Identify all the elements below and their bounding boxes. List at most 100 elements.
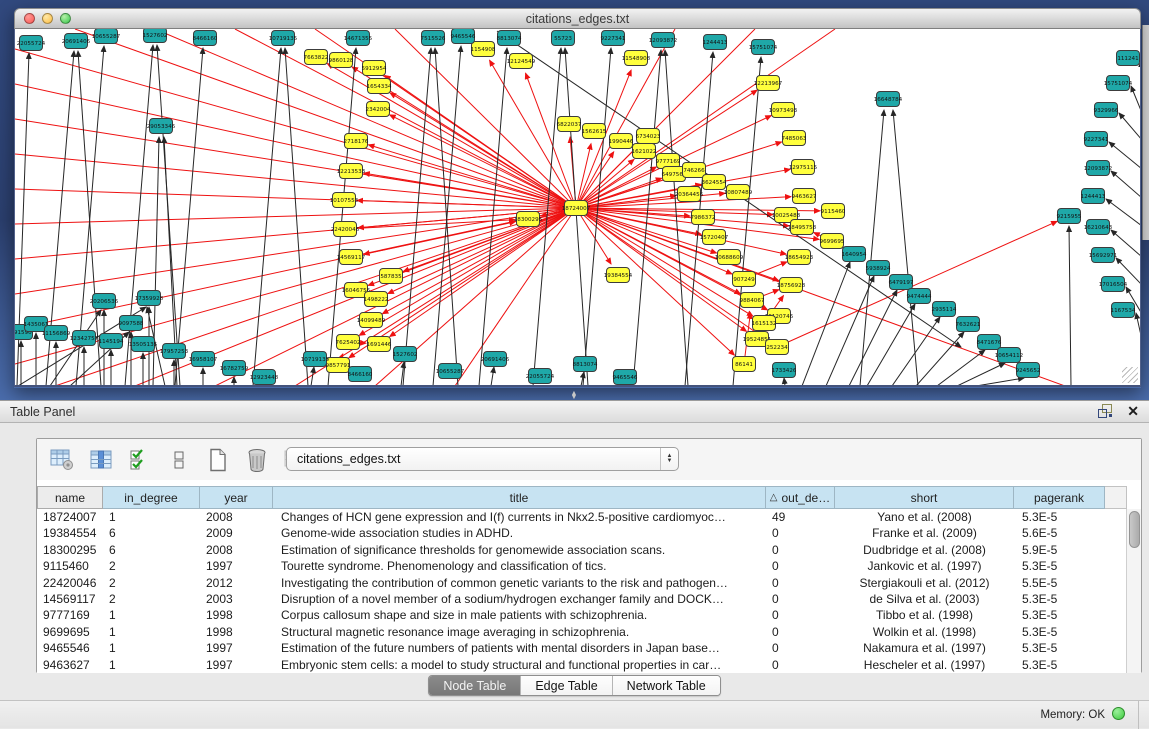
graph-node[interactable]: 6479197: [889, 275, 914, 290]
graph-node[interactable]: 1615132: [752, 316, 777, 331]
graph-node[interactable]: 16782759: [220, 361, 249, 376]
column-header-title[interactable]: title: [273, 486, 766, 509]
graph-node[interactable]: 9474444: [907, 289, 932, 304]
graph-node[interactable]: 907249: [733, 272, 756, 287]
column-header-name[interactable]: name: [37, 486, 103, 509]
table-source-dropdown[interactable]: citations_edges.txt ▲▼: [286, 447, 679, 471]
graph-node[interactable]: 1640954: [842, 247, 867, 262]
graph-node[interactable]: 7986372: [691, 210, 716, 225]
column-header-year[interactable]: year: [200, 486, 273, 509]
graph-node[interactable]: 1244413: [1081, 189, 1106, 204]
close-panel-icon[interactable]: ✕: [1127, 404, 1139, 418]
scrollbar-thumb[interactable]: [1129, 511, 1140, 548]
table-row[interactable]: 946554611997Estimation of the future num…: [37, 640, 1127, 656]
graph-node[interactable]: 1990446: [609, 134, 634, 149]
graph-node[interactable]: 29053346: [147, 119, 176, 134]
tab-node-table[interactable]: Node Table: [429, 676, 520, 695]
graph-node[interactable]: 12124549: [507, 54, 536, 69]
tab-edge-table[interactable]: Edge Table: [520, 676, 611, 695]
graph-node[interactable]: 10719135: [301, 352, 330, 367]
graph-node[interactable]: 252234: [766, 340, 789, 355]
graph-node[interactable]: 19384554: [604, 268, 633, 283]
graph-node[interactable]: 1621022: [632, 144, 657, 159]
graph-node[interactable]: 8466160: [193, 31, 218, 46]
graph-node[interactable]: 22055724: [526, 369, 555, 384]
graph-node[interactable]: 14671355: [344, 31, 373, 46]
graph-node[interactable]: 16958107: [189, 352, 218, 367]
graph-node[interactable]: 5938924: [866, 261, 891, 276]
graph-node[interactable]: 9115460: [821, 204, 846, 219]
graph-node[interactable]: 13505135: [129, 337, 158, 352]
graph-node[interactable]: 16648784: [874, 92, 903, 107]
table-row[interactable]: 969969511998Structural magnetic resonanc…: [37, 624, 1127, 640]
table-row[interactable]: 1872400712008Changes of HCN gene express…: [37, 509, 1127, 525]
graph-node[interactable]: 10973493: [769, 103, 798, 118]
graph-node[interactable]: 6734023: [636, 129, 661, 144]
graph-node[interactable]: 15751074: [1104, 76, 1133, 91]
graph-node[interactable]: 10107553: [330, 193, 359, 208]
graph-node[interactable]: 10655287: [92, 29, 121, 44]
graph-node[interactable]: 17016504: [1099, 277, 1128, 292]
graph-node[interactable]: 9097588: [119, 316, 144, 331]
table-row[interactable]: 977716911998Corpus callosum shape and si…: [37, 607, 1127, 623]
graph-node[interactable]: 15751074: [749, 40, 778, 55]
graph-node[interactable]: 15720407: [700, 230, 729, 245]
graph-node[interactable]: 22420046: [331, 222, 360, 237]
table-vertical-scrollbar[interactable]: [1126, 509, 1141, 673]
graph-node[interactable]: 16210643: [1084, 220, 1113, 235]
graph-node[interactable]: 20364456: [675, 187, 704, 202]
graph-node[interactable]: 1498222: [364, 292, 389, 307]
graph-node[interactable]: 1167534: [1111, 303, 1136, 318]
column-header-out_de[interactable]: △out_de…: [766, 486, 835, 509]
network-graph-canvas[interactable]: 1872400718300295193845541562615199044667…: [14, 29, 1141, 387]
graph-node[interactable]: 14099489: [357, 313, 386, 328]
network-window-titlebar[interactable]: citations_edges.txt: [14, 8, 1141, 29]
memory-status-indicator[interactable]: [1112, 707, 1125, 720]
graph-node[interactable]: 5912954: [362, 61, 387, 76]
table-row[interactable]: 1938455462009Genome-wide association stu…: [37, 525, 1127, 541]
graph-node[interactable]: 10655287: [436, 364, 465, 379]
graph-node[interactable]: 9227341: [601, 31, 626, 46]
graph-node[interactable]: 2935114: [932, 302, 957, 317]
graph-node[interactable]: 1154908: [471, 42, 496, 57]
graph-node[interactable]: 20691406: [62, 34, 91, 49]
graph-node[interactable]: 111241: [1117, 51, 1140, 66]
graph-node[interactable]: 12923448: [250, 370, 279, 385]
graph-node[interactable]: 9245652: [1016, 363, 1041, 378]
graph-node[interactable]: 7663822: [304, 50, 329, 65]
graph-node[interactable]: 7515526: [421, 31, 446, 46]
graph-node[interactable]: 18654923: [785, 250, 814, 265]
graph-node[interactable]: 17957253: [160, 344, 189, 359]
table-row[interactable]: 2242004622012Investigating the contribut…: [37, 575, 1127, 591]
graph-node[interactable]: 9699695: [820, 234, 845, 249]
select-all-icon[interactable]: [127, 447, 153, 473]
table-row[interactable]: 911546021997Tourette syndrome. Phenomeno…: [37, 558, 1127, 574]
graph-node[interactable]: 10807489: [724, 185, 753, 200]
column-header-in_degree[interactable]: in_degree: [103, 486, 200, 509]
graph-node[interactable]: 1145194: [99, 334, 124, 349]
graph-node[interactable]: 12975115: [789, 160, 818, 175]
column-header-short[interactable]: short: [835, 486, 1014, 509]
table-row[interactable]: 1456911722003Disruption of a novel membe…: [37, 591, 1127, 607]
graph-node[interactable]: 7625402: [336, 335, 361, 350]
float-panel-icon[interactable]: [1098, 404, 1113, 418]
graph-node[interactable]: 15692971: [1089, 248, 1118, 263]
table-settings-icon[interactable]: [49, 447, 75, 473]
window-resize-grip[interactable]: [1122, 367, 1138, 383]
graph-node[interactable]: 18300295: [514, 212, 543, 227]
graph-node[interactable]: 17359928: [135, 291, 164, 306]
graph-node[interactable]: 10719135: [269, 31, 298, 46]
column-header-pagerank[interactable]: pagerank: [1014, 486, 1105, 509]
graph-node[interactable]: 1527602: [393, 347, 418, 362]
graph-node[interactable]: 1244413: [703, 35, 728, 50]
rows-icon[interactable]: [166, 447, 192, 473]
graph-node[interactable]: 8471676: [977, 335, 1002, 350]
graph-node[interactable]: 20206536: [90, 294, 119, 309]
graph-node[interactable]: 2342004: [366, 102, 391, 117]
graph-node[interactable]: 8813074: [497, 31, 522, 46]
table-row[interactable]: 1830029562008Estimation of significance …: [37, 542, 1127, 558]
graph-node[interactable]: 12213967: [754, 76, 783, 91]
table-row[interactable]: 946362711997Embryonic stem cells: a mode…: [37, 657, 1127, 673]
graph-node[interactable]: 8813074: [573, 357, 598, 372]
graph-node[interactable]: 11156869: [42, 326, 71, 341]
